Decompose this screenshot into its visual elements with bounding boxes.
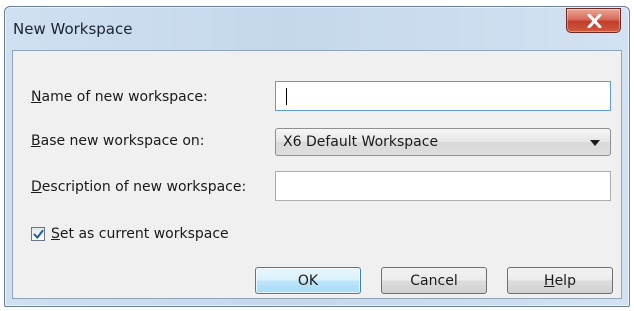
close-x-icon [587, 14, 602, 28]
cancel-button[interactable]: Cancel [381, 267, 487, 294]
title-bar[interactable]: New Workspace [5, 7, 629, 51]
name-input[interactable] [275, 81, 611, 111]
close-button[interactable] [566, 8, 621, 33]
name-label: Name of new workspace: [31, 89, 208, 105]
description-label: Description of new workspace: [31, 179, 247, 195]
ok-button[interactable]: OK [255, 267, 361, 294]
set-current-label[interactable]: Set as current workspace [51, 226, 229, 242]
base-workspace-selected: X6 Default Workspace [283, 134, 439, 150]
base-workspace-select[interactable]: X6 Default Workspace [275, 128, 611, 156]
help-button[interactable]: Help [507, 267, 613, 294]
set-current-checkbox[interactable] [31, 227, 45, 241]
new-workspace-dialog: New Workspace Name of new workspace: Bas… [4, 6, 630, 307]
description-input[interactable] [275, 171, 611, 201]
base-label: Base new workspace on: [31, 133, 205, 149]
checkmark-icon [33, 229, 44, 239]
window-title: New Workspace [13, 20, 133, 38]
dialog-body: Name of new workspace: Base new workspac… [12, 50, 622, 299]
chevron-down-icon [590, 140, 600, 146]
text-caret [286, 88, 287, 105]
